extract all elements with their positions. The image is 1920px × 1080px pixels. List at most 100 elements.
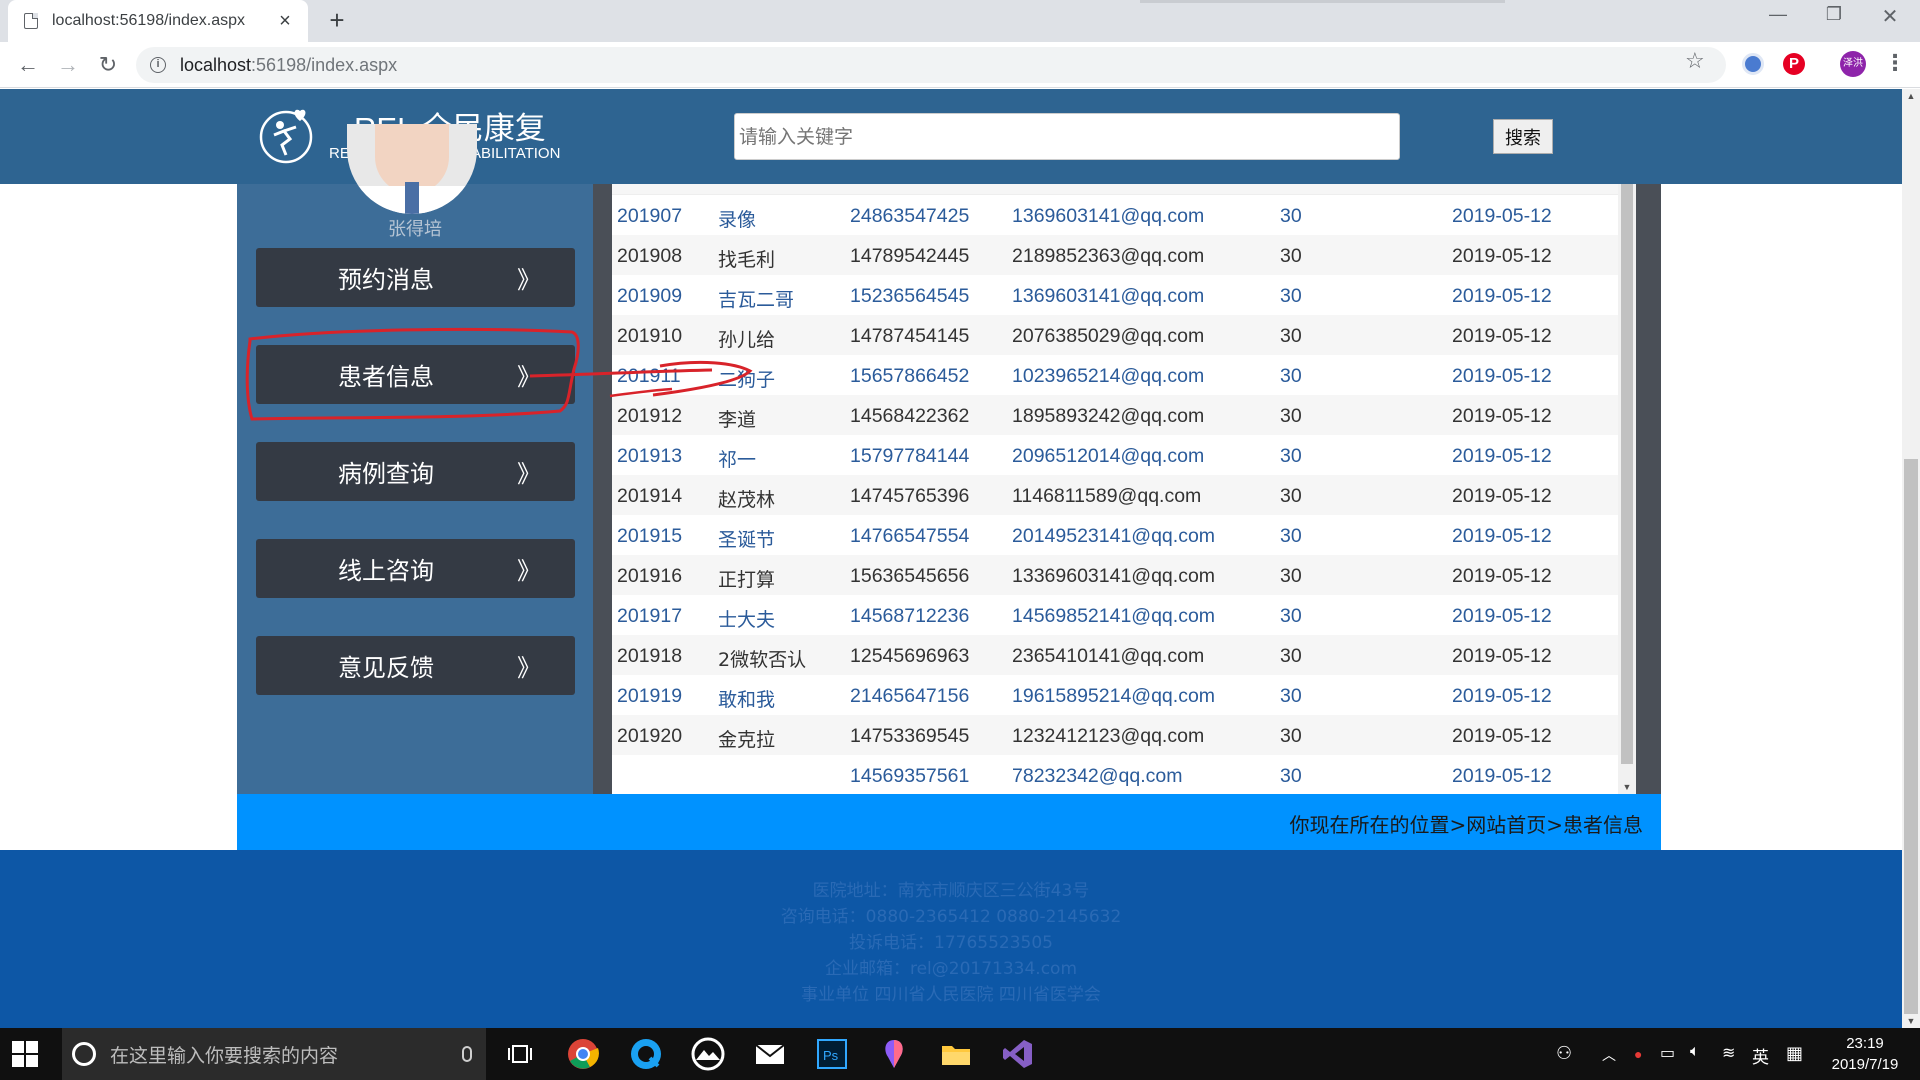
site-info-icon[interactable]: i — [150, 57, 166, 73]
input-method-grid-icon[interactable]: ▦ — [1786, 1043, 1803, 1064]
cell-id: 201916 — [617, 565, 683, 587]
table-row[interactable]: 201918 2微软否认 12545696963 2365410141@qq.com 3… — [612, 635, 1618, 675]
table-scrollbar-thumb[interactable] — [1621, 184, 1633, 764]
search-input[interactable] — [734, 113, 1400, 160]
volume-icon[interactable]: 🔈︎ — [1690, 1043, 1700, 1061]
search-button[interactable]: 搜索 — [1493, 119, 1553, 154]
cell-date: 2019-05-12 — [1452, 645, 1552, 667]
cell-email: 1023965214@qq.com — [1012, 365, 1205, 387]
photoshop-app-icon[interactable]: Ps — [814, 1036, 850, 1072]
browser-tab-strip: localhost:56198/index.aspx × + — ❐ ✕ — [0, 0, 1920, 42]
table-row[interactable]: 201910 孙儿给 14787454145 2076385029@qq.com 30 2… — [612, 315, 1618, 355]
cell-email: 1232412123@qq.com — [1012, 725, 1205, 747]
cell-id: 201915 — [617, 525, 683, 547]
cell-date: 2019-05-12 — [1452, 285, 1552, 307]
task-view-icon[interactable] — [503, 1036, 539, 1072]
reload-icon[interactable]: ↻ — [92, 49, 124, 81]
cell-date: 2019-05-12 — [1452, 605, 1552, 627]
table-row[interactable]: 201907 录像 24863547425 1369603141@qq.com 30 20… — [612, 195, 1618, 235]
mountain-app-icon[interactable] — [690, 1036, 726, 1072]
cell-id: 201913 — [617, 445, 683, 467]
sidebar-item-case-query[interactable]: 病例查询 》 — [256, 442, 575, 501]
table-row[interactable]: 201912 李道 14568422362 1895893242@qq.com 30 20… — [612, 395, 1618, 435]
address-bar[interactable]: i localhost :56198/index.aspx — [136, 47, 1726, 83]
cell-date: 2019-05-12 — [1452, 365, 1552, 387]
scroll-up-arrow-icon[interactable]: ▲ — [1902, 91, 1920, 101]
sidebar-item-patient-info[interactable]: 患者信息 》 — [256, 345, 575, 404]
chevron-right-icon: 》 — [517, 267, 541, 294]
table-scrollbar[interactable]: ▼ — [1618, 184, 1636, 794]
table-row[interactable]: 14569357561 78232342@qq.com 30 2019-05-12 — [612, 755, 1618, 794]
taskbar-search-placeholder: 在这里输入你要搜索的内容 — [110, 1044, 339, 1067]
table-row[interactable]: 201917 士大夫 14568712236 14569852141@qq.com 30… — [612, 595, 1618, 635]
close-tab-icon[interactable]: × — [274, 10, 296, 33]
people-icon[interactable]: ⚇ — [1556, 1043, 1572, 1064]
cell-id: 201907 — [617, 205, 683, 227]
browser-menu-icon[interactable]: ⋮ — [1884, 50, 1906, 76]
pinterest-extension-icon[interactable]: P — [1783, 53, 1805, 75]
translate-extension-icon[interactable] — [1742, 53, 1764, 75]
table-row[interactable]: 201915 圣诞节 14766547554 20149523141@qq.com 30… — [612, 515, 1618, 555]
cell-age: 30 — [1280, 245, 1302, 267]
bookmark-star-icon[interactable]: ☆ — [1685, 48, 1705, 74]
browser-tab[interactable]: localhost:56198/index.aspx × — [8, 0, 308, 42]
table-row[interactable]: 201920 金克拉 14753369545 1232412123@qq.com 30 2… — [612, 715, 1618, 755]
cell-name: 敢和我 — [718, 689, 776, 711]
cell-age: 30 — [1280, 285, 1302, 307]
sidebar-item-feedback[interactable]: 意见反馈 》 — [256, 636, 575, 695]
restore-window-button[interactable]: ❐ — [1814, 4, 1854, 34]
table-row[interactable]: 201916 正打算 15636545656 13369603141@qq.com 30… — [612, 555, 1618, 595]
mail-app-icon[interactable] — [752, 1036, 788, 1072]
cell-phone: 24863547425 — [850, 205, 970, 227]
battery-icon[interactable]: ▭ — [1660, 1043, 1675, 1063]
new-tab-button[interactable]: + — [322, 5, 352, 36]
scroll-down-arrow-icon[interactable]: ▼ — [1902, 1016, 1920, 1026]
cell-phone: 15797784144 — [850, 445, 970, 467]
minimize-window-button[interactable]: — — [1758, 4, 1798, 34]
taskbar-search-box[interactable]: 在这里输入你要搜索的内容 — [62, 1028, 486, 1080]
cortana-icon[interactable] — [72, 1042, 96, 1066]
back-arrow-icon[interactable]: ← — [12, 49, 44, 81]
table-row[interactable]: 201911 二狗子 15657866452 1023965214@qq.com 30 2… — [612, 355, 1618, 395]
cell-age: 30 — [1280, 445, 1302, 467]
table-row[interactable]: 201908 找毛利 14789542445 2189852363@qq.com 30 2… — [612, 235, 1618, 275]
wifi-icon[interactable]: ≋ — [1722, 1043, 1735, 1063]
cell-id: 201919 — [617, 685, 683, 707]
table-row[interactable]: 201919 敢和我 21465647156 19615895214@qq.com 30… — [612, 675, 1618, 715]
cell-age: 30 — [1280, 765, 1302, 787]
antivirus-tray-icon[interactable]: ● — [1634, 1046, 1642, 1062]
taskbar-clock[interactable]: 23:19 2019/7/19 — [1825, 1033, 1905, 1075]
table-row[interactable]: 201914 赵茂林 14745765396 1146811589@qq.com 30 2… — [612, 475, 1618, 515]
table-row[interactable]: 201909 吉瓦二哥 15236564545 1369603141@qq.com 30… — [612, 275, 1618, 315]
table-row-partial — [612, 184, 1618, 195]
qq-browser-app-icon[interactable] — [628, 1036, 664, 1072]
forward-arrow-icon[interactable]: → — [52, 49, 84, 81]
scroll-down-arrow-icon[interactable]: ▼ — [1618, 782, 1636, 792]
cell-phone: 15636545656 — [850, 565, 970, 587]
microphone-icon[interactable] — [462, 1046, 472, 1062]
show-hidden-icons-chevron-icon[interactable]: ︿ — [1602, 1045, 1616, 1065]
file-explorer-app-icon[interactable] — [938, 1036, 974, 1072]
sidebar-item-appointments[interactable]: 预约消息 》 — [256, 248, 575, 307]
page-scrollbar-thumb[interactable] — [1904, 459, 1918, 1014]
footer-address: 医院地址：南充市顺庆区三公街43号 — [812, 881, 1090, 901]
sidebar-item-online-consult[interactable]: 线上咨询 》 — [256, 539, 575, 598]
maps-pin-app-icon[interactable] — [876, 1036, 912, 1072]
cell-name: 吉瓦二哥 — [718, 289, 795, 311]
cell-phone: 14568712236 — [850, 605, 970, 627]
visual-studio-app-icon[interactable] — [1000, 1036, 1036, 1072]
page-icon — [24, 13, 38, 29]
cell-phone: 14753369545 — [850, 725, 970, 747]
tab-strip-divider — [1140, 0, 1505, 3]
ime-indicator[interactable]: 英 — [1752, 1043, 1769, 1068]
close-window-button[interactable]: ✕ — [1870, 4, 1910, 34]
page-scrollbar[interactable]: ▲ ▼ — [1902, 89, 1920, 1028]
cell-age: 30 — [1280, 485, 1302, 507]
sidebar-item-label: 线上咨询 — [338, 557, 434, 585]
profile-avatar[interactable]: 泽洪 — [1840, 51, 1866, 77]
windows-start-icon[interactable] — [12, 1041, 38, 1067]
table-row[interactable]: 201913 祁一 15797784144 2096512014@qq.com 30 20… — [612, 435, 1618, 475]
cell-name: 赵茂林 — [718, 489, 776, 511]
cell-email: 2096512014@qq.com — [1012, 445, 1205, 467]
chrome-app-icon[interactable] — [565, 1036, 601, 1072]
